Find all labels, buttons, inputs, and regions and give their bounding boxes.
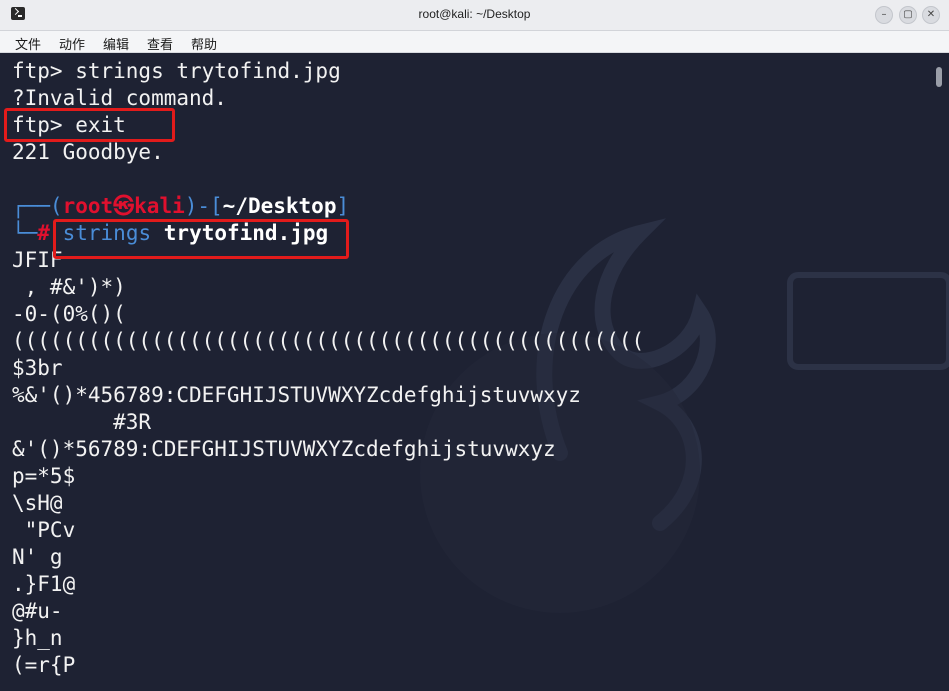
- prompt-frame: └─: [12, 221, 38, 245]
- prompt-line-top: ┌──(root㉿kali)-[~/Desktop]: [12, 193, 349, 220]
- output-line: ((((((((((((((((((((((((((((((((((((((((…: [12, 329, 645, 353]
- prompt-hash: #: [37, 221, 50, 245]
- prompt-host: kali: [134, 194, 185, 218]
- prompt-frame: ]: [336, 194, 350, 218]
- prompt-frame: ┌──(: [12, 194, 63, 218]
- output-line: &'()*56789:CDEFGHIJSTUVWXYZcdefghijstuvw…: [12, 437, 556, 461]
- menu-help[interactable]: 帮助: [191, 34, 217, 53]
- menu-view[interactable]: 查看: [147, 34, 173, 53]
- close-icon: ✕: [926, 9, 936, 20]
- maximize-icon: ▢: [903, 9, 913, 20]
- highlight-box-strings-command: [53, 219, 349, 259]
- output-line: @#u-: [12, 599, 63, 623]
- output-line: .}F1@: [12, 572, 76, 596]
- output-line: N' g: [12, 545, 63, 569]
- output-line: $3br: [12, 356, 63, 380]
- output-line: "PCv: [12, 518, 76, 542]
- window-title: root@kali: ~/Desktop: [418, 7, 531, 21]
- prompt-at-icon: ㉿: [113, 194, 135, 218]
- menu-edit[interactable]: 编辑: [103, 34, 129, 53]
- menu-file[interactable]: 文件: [15, 34, 41, 53]
- output-line: , #&')*): [12, 275, 126, 299]
- terminal-output-area[interactable]: ftp> strings trytofind.jpg ?Invalid comm…: [0, 53, 949, 691]
- title-bar: root@kali: ~/Desktop – ▢ ✕: [0, 0, 949, 31]
- highlight-box-exit: [4, 108, 175, 142]
- output-line: #3R: [12, 410, 152, 434]
- scrollbar-thumb[interactable]: [936, 67, 942, 87]
- close-button[interactable]: ✕: [922, 6, 940, 24]
- menu-actions[interactable]: 动作: [59, 34, 85, 53]
- minimize-icon: –: [881, 9, 887, 20]
- maximize-button[interactable]: ▢: [899, 6, 917, 24]
- terminal-line: 221 Goodbye.: [12, 140, 164, 164]
- output-line: }h_n: [12, 626, 63, 650]
- prompt-user: root: [62, 194, 114, 218]
- output-line: -0-(0%()(: [12, 302, 126, 326]
- output-line: %&'()*456789:CDEFGHIJSTUVWXYZcdefghijstu…: [12, 383, 581, 407]
- prompt-path: ~/Desktop: [222, 194, 337, 218]
- output-line: \sH@: [12, 491, 63, 515]
- prompt-frame: )-[: [184, 194, 223, 218]
- output-line: (=r{P: [12, 653, 76, 677]
- minimize-button[interactable]: –: [875, 6, 893, 24]
- menu-bar: 文件 动作 编辑 查看 帮助: [0, 31, 949, 53]
- output-line: p=*5$: [12, 464, 76, 488]
- terminal-line: ftp> strings trytofind.jpg: [12, 59, 341, 83]
